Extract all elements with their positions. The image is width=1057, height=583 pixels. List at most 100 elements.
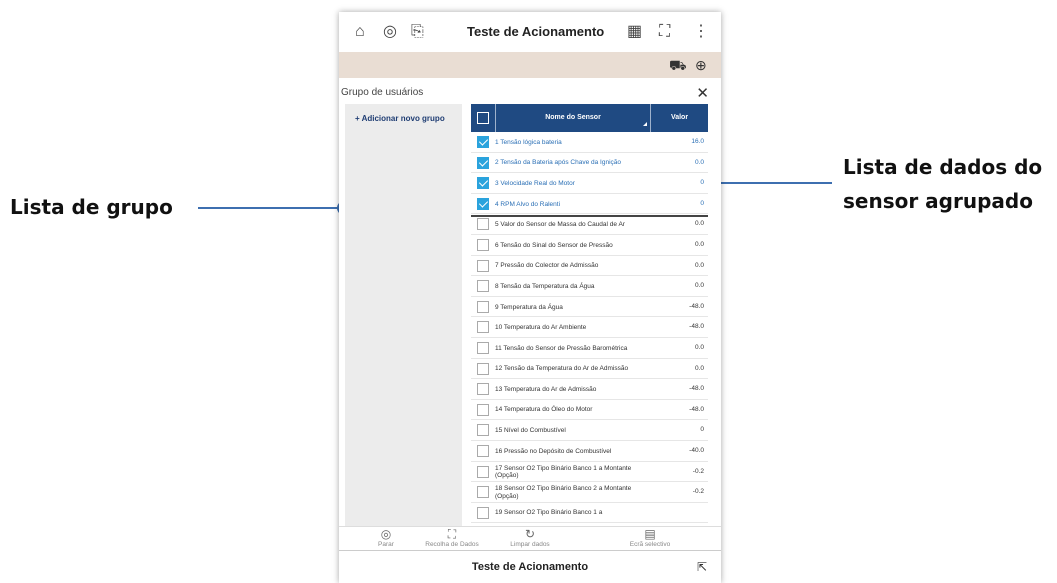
callout-sensor-list-line2: sensor agrupado xyxy=(843,189,1033,213)
group-list: + Adicionar novo grupo xyxy=(345,104,462,526)
action-limpar-dados[interactable]: ↻ Limpar dados xyxy=(495,527,565,548)
sensor-rows: 1 Tensão lógica bateria 16.0 2 Tensão da B… xyxy=(471,132,708,524)
sensor-value: 0 xyxy=(700,426,704,434)
sensor-value: 0.0 xyxy=(694,240,704,248)
table-row[interactable]: 5 Valor do Sensor de Massa do Caudal de … xyxy=(471,214,708,235)
action-label: Ecrã selectivo xyxy=(629,541,671,548)
pin-icon[interactable]: ⇱ xyxy=(697,560,707,574)
close-icon[interactable]: ✕ xyxy=(696,84,709,102)
table-row[interactable]: 14 Temperatura do Óleo do Motor -48.0 xyxy=(471,400,708,421)
action-parar[interactable]: ◎ Parar xyxy=(351,527,421,548)
action-label: Limpar dados xyxy=(510,541,550,548)
sensor-value: 0.0 xyxy=(694,158,704,166)
row-checkbox[interactable] xyxy=(477,362,489,375)
row-checkbox[interactable] xyxy=(477,136,489,148)
table-row[interactable]: 2 Tensão da Bateria após Chave da Igniçã… xyxy=(471,153,708,174)
table-row[interactable]: 18 Sensor O2 Tipo Binário Banco 2 a Mont… xyxy=(471,482,708,503)
row-checkbox[interactable] xyxy=(477,486,489,499)
row-checkbox[interactable] xyxy=(477,424,489,437)
table-row[interactable]: 17 Sensor O2 Tipo Binário Banco 1 a Mont… xyxy=(471,462,708,483)
sensor-value: -48.0 xyxy=(689,405,704,413)
sort-icon[interactable] xyxy=(643,122,647,126)
callout-sensor-list-line1: Lista de dados do xyxy=(843,155,1043,179)
sensor-value: 0 xyxy=(700,179,704,187)
sensor-name: 9 Temperatura da Água xyxy=(495,303,563,311)
row-checkbox[interactable] xyxy=(477,321,489,334)
row-checkbox[interactable] xyxy=(477,259,489,272)
table-row[interactable]: 15 Nível do Combustível 0 xyxy=(471,420,708,441)
action-ecr-selectivo[interactable]: ▤ Ecrã selectivo xyxy=(615,527,685,548)
table-row[interactable]: 11 Tensão do Sensor de Pressão Barométri… xyxy=(471,338,708,359)
sensor-value: -40.0 xyxy=(689,446,704,454)
footer: Teste de Acionamento ⇱ xyxy=(339,550,721,583)
table-row[interactable]: 12 Tensão da Temperatura do Ar de Admiss… xyxy=(471,359,708,380)
add-group-button[interactable]: + Adicionar novo grupo xyxy=(355,114,445,123)
sensor-value: -48.0 xyxy=(689,323,704,331)
sensor-value: 0.0 xyxy=(694,364,704,372)
footer-title: Teste de Acionamento xyxy=(471,561,589,573)
sensor-value: -0.2 xyxy=(692,488,704,496)
export-icon[interactable]: ⎘ xyxy=(411,24,424,40)
column-header-value: Valor xyxy=(670,114,689,121)
callout-line-left xyxy=(198,207,344,209)
sensor-name: 6 Tensão do Sinal do Sensor de Pressão xyxy=(495,241,613,249)
sensor-name: 16 Pressão no Depósito de Combustível xyxy=(495,447,612,455)
page-title: Teste de Acionamento xyxy=(467,24,605,39)
row-checkbox[interactable] xyxy=(477,341,489,354)
sensor-name: 15 Nível do Combustível xyxy=(495,427,566,435)
car-settings-icon[interactable]: ⛟ xyxy=(669,57,687,76)
sensor-name: 11 Tensão do Sensor de Pressão Barométri… xyxy=(495,344,628,352)
table-row[interactable]: 10 Temperatura do Ar Ambiente -48.0 xyxy=(471,317,708,338)
sensor-value: -0.2 xyxy=(692,467,704,475)
sensor-value: 16.0 xyxy=(691,138,704,145)
sensor-name: 13 Temperatura do Ar de Admissão xyxy=(495,385,597,393)
row-checkbox[interactable] xyxy=(477,156,489,169)
diagnostic-icon[interactable]: ◎ xyxy=(383,24,397,40)
row-checkbox[interactable] xyxy=(477,465,489,478)
action-recolha-de-dados[interactable]: ⛶ Recolha de Dados xyxy=(417,527,487,548)
action-bar: ◎ Parar ⛶ Recolha de Dados ↻ Limpar dados ▤ Ecr… xyxy=(339,526,721,550)
table-row[interactable]: 19 Sensor O2 Tipo Binário Banco 1 a xyxy=(471,503,708,524)
top-bar: ⌂ ◎ ⎘ Teste de Acionamento ▦ ⛶ ⋮ xyxy=(339,12,721,52)
row-checkbox[interactable] xyxy=(477,444,489,457)
arrow-circle-icon[interactable]: ⊕ xyxy=(695,57,707,74)
table-row[interactable]: 3 Velocidade Real do Motor 0 xyxy=(471,173,708,194)
table-row[interactable]: 7 Pressão do Colector de Admissão 0.0 xyxy=(471,256,708,277)
row-checkbox[interactable] xyxy=(477,506,489,519)
sensor-name: 5 Valor do Sensor de Massa do Caudal de … xyxy=(495,221,625,229)
sensor-value: 0.0 xyxy=(694,282,704,290)
sensor-name: 12 Tensão da Temperatura do Ar de Admiss… xyxy=(495,365,629,373)
table-row[interactable]: 9 Temperatura da Água -48.0 xyxy=(471,297,708,318)
row-checkbox[interactable] xyxy=(477,177,489,190)
sensor-name: 10 Temperatura do Ar Ambiente xyxy=(495,324,587,332)
row-checkbox[interactable] xyxy=(477,280,489,293)
action-label: Recolha de Dados xyxy=(425,541,479,548)
row-checkbox[interactable] xyxy=(477,238,489,251)
table-row[interactable]: 1 Tensão lógica bateria 16.0 xyxy=(471,132,708,153)
row-checkbox[interactable] xyxy=(477,218,489,231)
row-checkbox[interactable] xyxy=(477,403,489,416)
table-row[interactable]: 16 Pressão no Depósito de Combustível -40… xyxy=(471,441,708,462)
row-checkbox[interactable] xyxy=(477,300,489,313)
sensor-value: 0 xyxy=(700,199,704,207)
more-vertical-icon[interactable]: ⋮ xyxy=(693,24,709,40)
fit-screen-icon[interactable]: ⛶ xyxy=(659,24,670,40)
record-icon: ⛶ xyxy=(447,527,457,541)
select-screen-icon: ▤ xyxy=(644,527,656,541)
table-row[interactable]: 8 Tensão da Temperatura da Água 0.0 xyxy=(471,276,708,297)
sensor-name: 19 Sensor O2 Tipo Binário Banco 1 a xyxy=(495,509,603,517)
callout-sensor-list: Lista de dados do sensor agrupado xyxy=(843,150,1042,218)
sensor-name: 8 Tensão da Temperatura da Água xyxy=(495,282,595,290)
sensor-name: 1 Tensão lógica bateria xyxy=(495,138,562,146)
row-checkbox[interactable] xyxy=(477,197,489,210)
table-row[interactable]: 4 RPM Alvo do Ralenti 0 xyxy=(471,194,708,215)
select-all-checkbox[interactable] xyxy=(477,112,489,124)
calendar-icon[interactable]: ▦ xyxy=(627,24,642,40)
table-row[interactable]: 13 Temperatura do Ar de Admissão -48.0 xyxy=(471,379,708,400)
sensor-name: 7 Pressão do Colector de Admissão xyxy=(495,262,599,270)
table-header: Nome do Sensor Valor xyxy=(471,104,708,132)
table-row[interactable]: 6 Tensão do Sinal do Sensor de Pressão 0.… xyxy=(471,235,708,256)
column-header-name[interactable]: Nome do Sensor xyxy=(495,104,651,132)
home-icon[interactable]: ⌂ xyxy=(355,24,365,40)
row-checkbox[interactable] xyxy=(477,383,489,396)
